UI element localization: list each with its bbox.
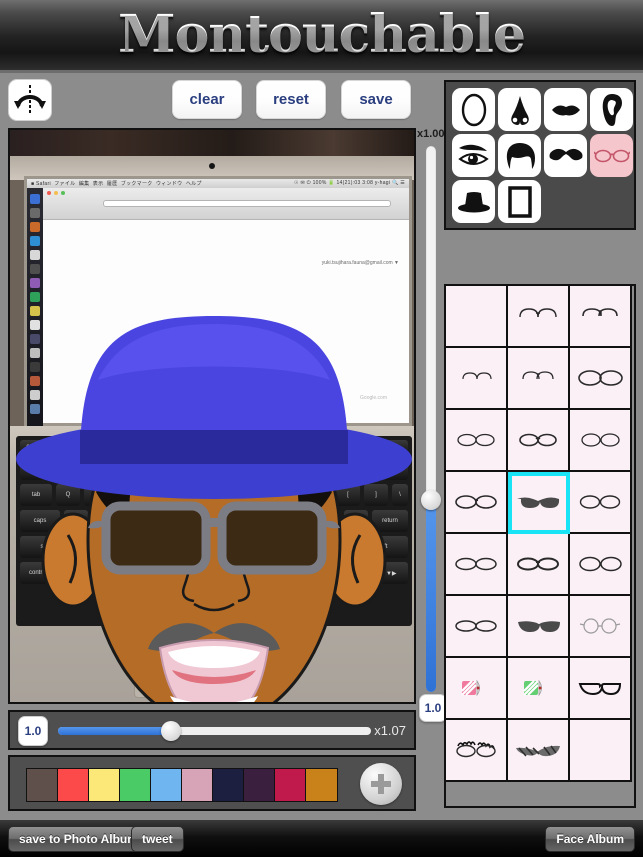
flip-horizontal-icon [14, 85, 46, 115]
category-eye[interactable] [452, 134, 495, 177]
flip-horizontal-button[interactable] [8, 79, 52, 121]
frame-icon [507, 185, 532, 218]
ear-icon [602, 93, 622, 126]
glasses-rounded-large[interactable] [570, 534, 632, 596]
zoom-track-fill [426, 500, 436, 692]
glasses-halfrim-round[interactable] [508, 348, 570, 410]
scale-track-fill [58, 727, 174, 735]
canvas-zoom-slider[interactable] [421, 146, 441, 692]
face-composition[interactable] [10, 130, 416, 704]
color-swatch[interactable] [89, 769, 120, 801]
scale-badge[interactable]: 1.0 [18, 716, 48, 746]
glasses-halfrim-thin[interactable] [508, 286, 570, 348]
color-swatch[interactable] [182, 769, 213, 801]
scale-slider-panel: 1.0 x1.07 [8, 710, 416, 750]
color-swatch[interactable] [58, 769, 89, 801]
sunglasses-cateye-grey[interactable] [508, 720, 570, 782]
glasses-oval-slim[interactable] [446, 596, 508, 658]
top-toolbar: clear reset save [0, 73, 440, 126]
glasses-oval-open[interactable] [570, 410, 632, 472]
glasses-halfrim-wide[interactable] [570, 286, 632, 348]
color-swatch[interactable] [213, 769, 244, 801]
clear-button[interactable]: clear [172, 80, 242, 119]
app-title: Montouchable [118, 4, 526, 65]
lips-icon [551, 105, 580, 115]
category-frame[interactable] [498, 180, 541, 223]
glasses-halfrim-small[interactable] [446, 348, 508, 410]
reset-button[interactable]: reset [256, 80, 326, 119]
mouth [158, 639, 270, 702]
glasses-oval-wide[interactable] [570, 348, 632, 410]
zoom-slider-thumb[interactable] [421, 489, 441, 510]
category-palette-panel [444, 80, 636, 230]
glasses-oval-light[interactable] [570, 472, 632, 534]
bottom-bar: save to Photo Album tweet Face Album [0, 820, 643, 857]
title-bar: Montouchable [0, 0, 643, 73]
scale-multiplier-label: x1.07 [374, 723, 406, 738]
category-mustache[interactable] [544, 134, 587, 177]
mustache-icon [549, 148, 582, 160]
color-swatch[interactable] [27, 769, 58, 801]
category-lips[interactable] [544, 88, 587, 131]
nose-icon [510, 95, 529, 125]
glasses-bold-rect[interactable] [570, 658, 632, 720]
color-swatch[interactable] [120, 769, 151, 801]
glasses-oval-mid[interactable] [508, 410, 570, 472]
color-palette-panel [8, 755, 416, 811]
glasses-oval-dark-rim[interactable] [446, 472, 508, 534]
scale-slider-thumb[interactable] [161, 721, 182, 741]
app-root: Montouchable clear reset save ■ Safari フ… [0, 0, 643, 857]
glasses-rect-bold[interactable] [508, 534, 570, 596]
category-ear[interactable] [590, 88, 633, 131]
category-hair[interactable] [498, 134, 541, 177]
category-glasses[interactable] [590, 134, 633, 177]
canvas-zoom-label: x1.00 [417, 128, 445, 140]
sunglasses-dark-oval[interactable] [508, 472, 570, 534]
glasses-empty[interactable] [446, 286, 508, 348]
eyepatch-pink-stripe[interactable] [446, 658, 508, 720]
glasses-rect-thin[interactable] [446, 534, 508, 596]
glasses-icon [593, 149, 630, 162]
color-swatch[interactable] [306, 769, 337, 801]
eyepatch-green-stripe[interactable] [508, 658, 570, 720]
canvas-zoom-badge[interactable]: 1.0 [419, 694, 447, 722]
color-swatch[interactable] [244, 769, 275, 801]
hat-icon [457, 191, 490, 212]
tweet-button[interactable]: tweet [131, 826, 184, 852]
face-album-button[interactable]: Face Album [545, 826, 635, 852]
hat-overlay [16, 316, 412, 499]
category-nose[interactable] [498, 88, 541, 131]
save-to-photo-album-button[interactable]: save to Photo Album [8, 826, 149, 852]
category-grid [452, 88, 633, 223]
color-swatches [26, 768, 338, 802]
item-grid-panel[interactable] [444, 284, 636, 808]
sunglasses-wrap-dark[interactable] [508, 596, 570, 658]
scale-slider[interactable] [58, 721, 371, 741]
glasses-item-grid [446, 286, 632, 782]
face-icon [461, 93, 486, 126]
hair-icon [506, 142, 535, 169]
color-swatch[interactable] [275, 769, 306, 801]
eye-icon [457, 144, 489, 165]
glasses-round-wire[interactable] [570, 596, 632, 658]
editor-canvas[interactable]: ■ Safari ファイル 編集 表示 履歴 ブックマーク ウィンドウ ヘルプ … [8, 128, 416, 704]
category-hat[interactable] [452, 180, 495, 223]
save-button[interactable]: save [341, 80, 411, 119]
color-swatch[interactable] [151, 769, 182, 801]
category-face[interactable] [452, 88, 495, 131]
glasses-oval-thin[interactable] [446, 410, 508, 472]
add-color-button[interactable] [360, 763, 402, 805]
glasses-empty-2[interactable] [570, 720, 632, 782]
plus-circle-icon [371, 774, 391, 794]
glasses-eyelash[interactable] [446, 720, 508, 782]
